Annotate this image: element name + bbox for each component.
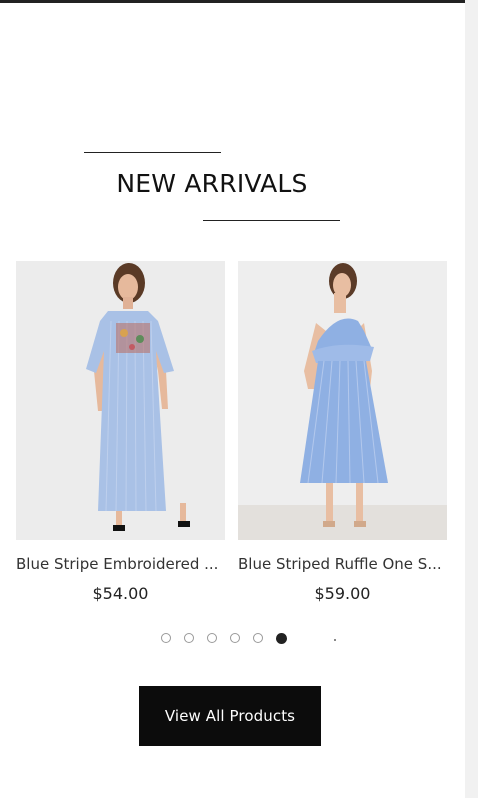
product-card[interactable]: Blue Stripe Embroidered ... $54.00 — [16, 261, 225, 604]
scrollbar[interactable] — [465, 0, 478, 798]
product-photo-dress-embroidered-icon — [16, 261, 225, 540]
page: NEW ARRIVALS Blue Stripe Embroidered ...… — [0, 0, 478, 798]
carousel-dot-active[interactable] — [276, 633, 287, 644]
product-name[interactable]: Blue Striped Ruffle One S... — [238, 554, 450, 574]
carousel-pagination — [161, 633, 287, 644]
decorative-line-bottom — [203, 220, 340, 221]
carousel-dot[interactable] — [207, 633, 217, 643]
product-name[interactable]: Blue Stripe Embroidered ... — [16, 554, 228, 574]
carousel-dot[interactable] — [161, 633, 171, 643]
carousel-dot[interactable] — [230, 633, 240, 643]
product-price: $59.00 — [314, 584, 371, 603]
section-heading: NEW ARRIVALS — [0, 0, 465, 240]
decorative-line-top — [84, 152, 221, 153]
product-price: $54.00 — [92, 584, 149, 603]
section-title: NEW ARRIVALS — [116, 169, 308, 198]
carousel-dot[interactable] — [253, 633, 263, 643]
carousel-dot-overflow — [334, 639, 336, 641]
carousel-dot[interactable] — [184, 633, 194, 643]
product-card[interactable]: Blue Striped Ruffle One S... $59.00 — [238, 261, 447, 604]
view-all-products-button[interactable]: View All Products — [139, 686, 321, 746]
product-photo-dress-ruffle-icon — [238, 261, 447, 540]
product-image[interactable] — [16, 261, 225, 540]
product-image[interactable] — [238, 261, 447, 540]
